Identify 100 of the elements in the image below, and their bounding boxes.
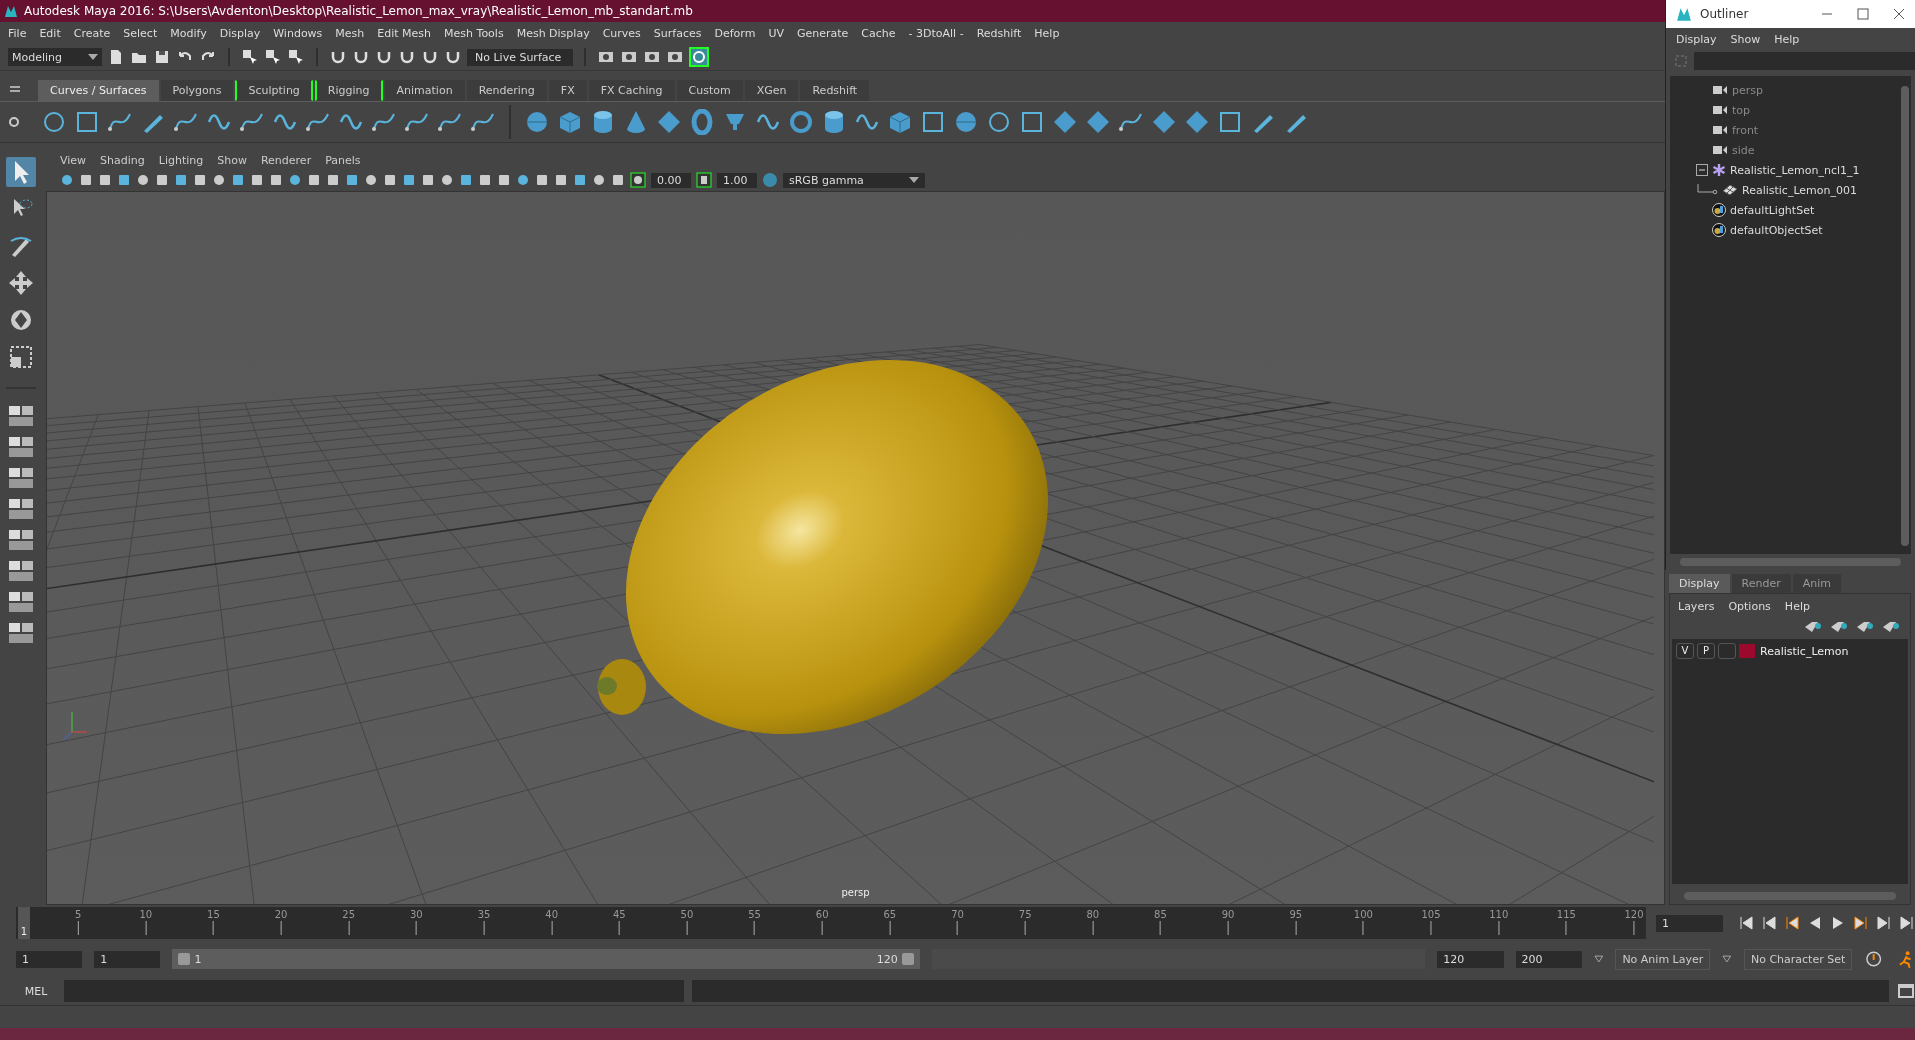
layer-tab[interactable]: Display (1669, 574, 1730, 593)
start-frame-field[interactable]: 1 (16, 950, 83, 968)
panel-menu-item[interactable]: Lighting (158, 153, 204, 167)
viewport-tool-icon[interactable] (174, 173, 188, 187)
diamond-icon[interactable] (1151, 109, 1177, 135)
previous-key-icon[interactable] (1784, 916, 1800, 930)
outliner-item[interactable]: Realistic_Lemon_ncl1_1 (1730, 163, 1860, 177)
sphere-icon[interactable] (524, 109, 550, 135)
gear-icon[interactable] (8, 116, 20, 128)
circle-icon[interactable] (986, 109, 1012, 135)
menu-item[interactable]: Help (1784, 600, 1810, 613)
menu-item[interactable]: Mesh (335, 26, 365, 40)
viewport-tool-icon[interactable] (307, 173, 321, 187)
viewport-tool-icon[interactable] (79, 173, 93, 187)
viewport-tool-icon[interactable] (611, 173, 625, 187)
menu-item[interactable]: Layers (1678, 600, 1715, 613)
display-type-toggle[interactable] (1718, 643, 1736, 659)
panel-menu-item[interactable]: Show (217, 153, 247, 167)
viewport-tool-icon[interactable] (193, 173, 207, 187)
shelf-tab[interactable]: Animation (384, 80, 465, 101)
script-editor-icon[interactable] (1897, 982, 1915, 1000)
close-icon[interactable] (1893, 8, 1905, 20)
step-back-icon[interactable] (1761, 916, 1777, 930)
layer-color-swatch[interactable] (1739, 644, 1755, 658)
time-slider[interactable]: 1 5 10 15 20 25 30 35 40 45 50 55 60 65 70 75 80 85 90 95 100 105 110 115 120 (16, 907, 1646, 939)
viewport-tool-icon[interactable] (497, 173, 511, 187)
viewport-tool-icon[interactable] (326, 173, 340, 187)
shelf-tab[interactable]: XGen (744, 80, 799, 101)
viewport-tool-icon[interactable] (402, 173, 416, 187)
menu-item[interactable]: Select (123, 26, 158, 40)
viewport-tool-icon[interactable] (60, 173, 74, 187)
playback-end-field[interactable]: 120 (1437, 950, 1504, 968)
viewport-tool-icon[interactable] (592, 173, 606, 187)
layout-icon[interactable] (7, 590, 35, 614)
menu-item[interactable]: Display (219, 26, 261, 40)
viewport-tool-icon[interactable] (250, 173, 264, 187)
cube-icon[interactable] (887, 109, 913, 135)
shelf-tab[interactable]: Sculpting (235, 80, 313, 101)
gamma-field[interactable]: 1.00 (717, 172, 757, 188)
viewport-tool-icon[interactable] (231, 173, 245, 187)
torus-icon[interactable] (689, 109, 715, 135)
menu-item[interactable]: Mesh Tools (444, 26, 504, 40)
shelf-tab[interactable]: Rendering (466, 80, 547, 101)
menu-item[interactable]: Redshift (976, 26, 1022, 40)
save-icon[interactable] (153, 48, 171, 66)
shelf-tab[interactable]: Curves / Surfaces (38, 80, 159, 101)
command-input-field[interactable] (64, 980, 684, 1002)
outliner-item[interactable]: front (1732, 123, 1759, 137)
layout-icon[interactable] (7, 528, 35, 552)
color-space-dropdown[interactable]: sRGB gamma (783, 172, 925, 188)
range-slider[interactable]: 1 120 (172, 949, 920, 969)
viewport-tool-icon[interactable] (573, 173, 587, 187)
shelf-tab[interactable]: Custom (676, 80, 743, 101)
shelf-tab[interactable]: Redshift (800, 80, 870, 101)
menu-item[interactable]: Help (1034, 26, 1060, 40)
menu-item[interactable]: Cache (861, 26, 896, 40)
menu-item[interactable]: Generate (796, 26, 849, 40)
viewport-tool-icon[interactable] (155, 173, 169, 187)
dropdown-arrow-icon[interactable] (1722, 955, 1732, 963)
menu-item[interactable]: Mesh Display (516, 26, 590, 40)
mode-dropdown[interactable]: Modeling (8, 48, 102, 66)
viewport-tool-icon[interactable] (459, 173, 473, 187)
menu-item[interactable]: Modify (170, 26, 207, 40)
layout-icon[interactable] (7, 435, 35, 459)
diamond-icon[interactable] (656, 109, 682, 135)
slider-handle[interactable] (178, 953, 191, 965)
outliner-item[interactable]: Realistic_Lemon_001 (1742, 183, 1858, 197)
viewport-tool-icon[interactable] (345, 173, 359, 187)
step-forward-icon[interactable] (1876, 916, 1892, 930)
current-frame-field[interactable]: 1 (1656, 914, 1723, 932)
character-set-dropdown[interactable]: No Character Set (1743, 948, 1853, 970)
go-to-end-icon[interactable] (1899, 916, 1915, 930)
playback-start-field[interactable]: 1 (94, 950, 161, 968)
viewport-tool-icon[interactable] (516, 173, 530, 187)
layout-icon[interactable] (7, 621, 35, 645)
search-field[interactable] (1694, 52, 1915, 70)
live-surface-field[interactable]: No Live Surface (467, 48, 573, 66)
color-management-icon[interactable] (762, 172, 778, 188)
viewport-tool-icon[interactable] (383, 173, 397, 187)
ring-icon[interactable] (788, 109, 814, 135)
viewport-tool-icon[interactable] (554, 173, 568, 187)
command-language-label[interactable]: MEL (16, 984, 56, 998)
collapse-toggle-icon[interactable] (1696, 164, 1708, 176)
circle-icon[interactable] (41, 109, 67, 135)
viewport-tool-icon[interactable] (364, 173, 378, 187)
square-icon[interactable] (1019, 109, 1045, 135)
menu-item[interactable]: File (8, 26, 27, 40)
outliner-item[interactable]: top (1732, 103, 1751, 117)
viewport-tool-icon[interactable] (288, 173, 302, 187)
move-layer-down-icon[interactable] (1830, 621, 1848, 633)
menu-item[interactable]: - 3DtoAll - (908, 26, 964, 40)
menu-item[interactable]: UV (768, 26, 784, 40)
selection-mode-icon[interactable] (241, 48, 259, 66)
slider-handle[interactable] (901, 953, 914, 965)
selection-mode-icon[interactable] (264, 48, 282, 66)
menu-item[interactable]: Help (1774, 32, 1800, 46)
menu-item[interactable]: Surfaces (653, 26, 702, 40)
layer-name[interactable]: Realistic_Lemon (1760, 644, 1849, 658)
shelf-tab[interactable]: Rigging (314, 80, 383, 101)
viewport-tool-icon[interactable] (136, 173, 150, 187)
